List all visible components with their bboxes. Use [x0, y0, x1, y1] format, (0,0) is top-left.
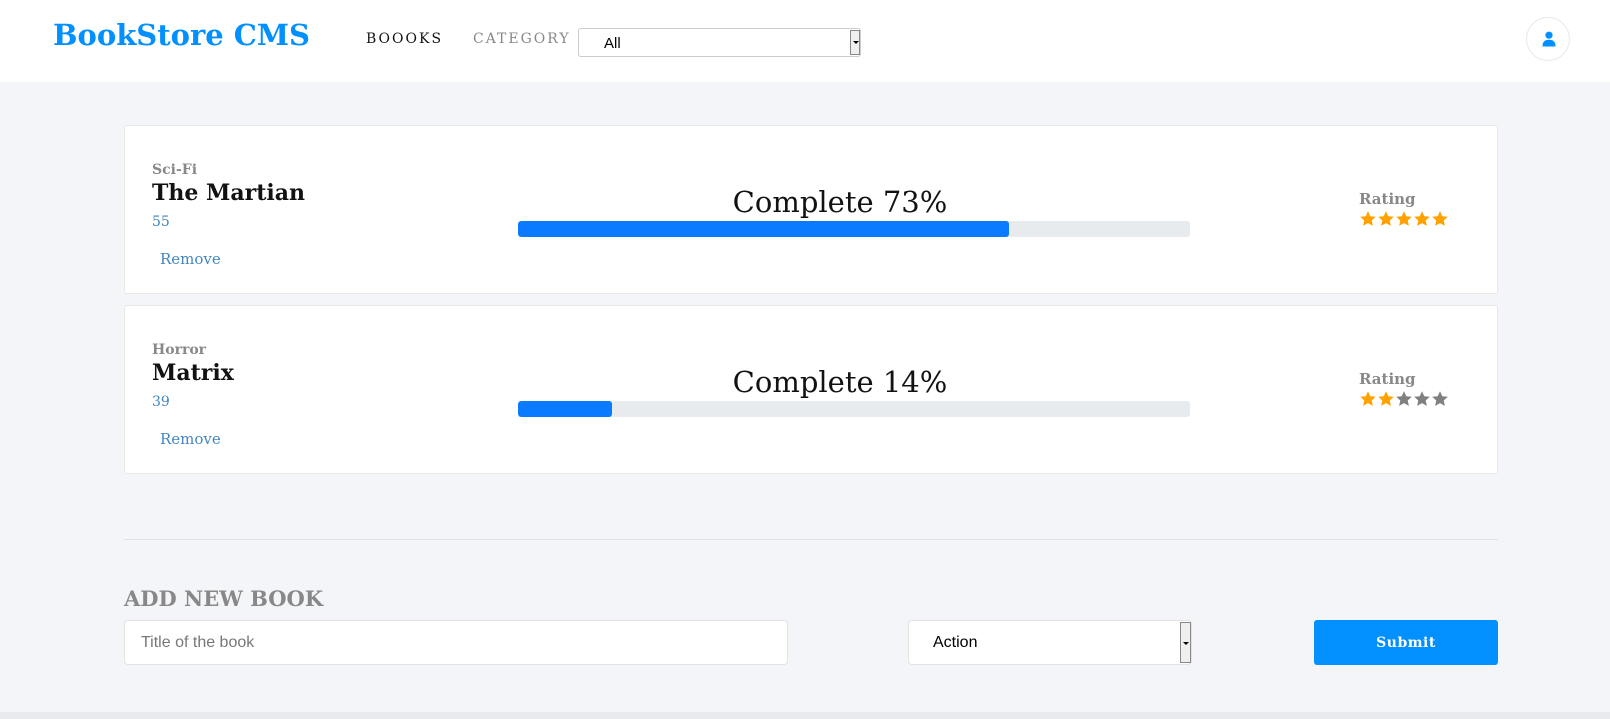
progress-bar-fill	[518, 221, 1009, 237]
rating-label: Rating	[1359, 370, 1416, 388]
star-icon	[1432, 391, 1448, 406]
user-avatar-button[interactable]	[1526, 17, 1570, 61]
header: BookStore CMS BOOOKS CATEGORY All	[0, 0, 1610, 82]
progress-bar	[518, 221, 1190, 237]
book-card: Sci-Fi The Martian 55 Remove Complete 73…	[124, 125, 1498, 294]
progress-bar	[518, 401, 1190, 417]
book-title: Matrix	[152, 360, 234, 386]
remove-button[interactable]: Remove	[160, 430, 221, 448]
add-book-heading: ADD NEW BOOK	[124, 586, 324, 611]
user-icon	[1542, 31, 1556, 47]
star-icon	[1396, 391, 1412, 406]
section-divider	[124, 539, 1498, 540]
rating-label: Rating	[1359, 190, 1416, 208]
chevron-down-icon	[1180, 622, 1191, 663]
brand-logo[interactable]: BookStore CMS	[53, 18, 310, 52]
rating-stars	[1359, 210, 1449, 228]
star-icon	[1414, 391, 1430, 406]
book-genre: Sci-Fi	[152, 162, 198, 178]
book-author[interactable]: 55	[152, 214, 170, 230]
star-icon	[1378, 211, 1394, 226]
star-icon	[1360, 391, 1376, 406]
submit-button[interactable]: Submit	[1314, 620, 1498, 665]
progress-text: Complete 73%	[732, 185, 948, 219]
star-icon	[1360, 211, 1376, 226]
category-filter-select[interactable]: All	[578, 28, 861, 57]
book-author[interactable]: 39	[152, 394, 170, 410]
footer	[0, 712, 1610, 719]
star-icon	[1378, 391, 1394, 406]
chevron-down-icon	[850, 30, 860, 55]
nav-category-link[interactable]: CATEGORY	[473, 31, 571, 47]
book-category-select[interactable]: Action	[908, 620, 1192, 665]
star-icon	[1414, 211, 1430, 226]
category-filter-value: All	[604, 35, 621, 52]
star-icon	[1396, 211, 1412, 226]
nav-books-link[interactable]: BOOOKS	[366, 31, 443, 47]
book-title-input[interactable]	[124, 620, 788, 665]
book-title: The Martian	[152, 180, 305, 206]
star-icon	[1432, 211, 1448, 226]
remove-button[interactable]: Remove	[160, 250, 221, 268]
progress-bar-fill	[518, 401, 613, 417]
book-category-value: Action	[933, 634, 978, 651]
progress-text: Complete 14%	[732, 365, 948, 399]
book-card: Horror Matrix 39 Remove Complete 14% Rat…	[124, 305, 1498, 474]
book-genre: Horror	[152, 342, 207, 358]
rating-stars	[1359, 390, 1449, 408]
